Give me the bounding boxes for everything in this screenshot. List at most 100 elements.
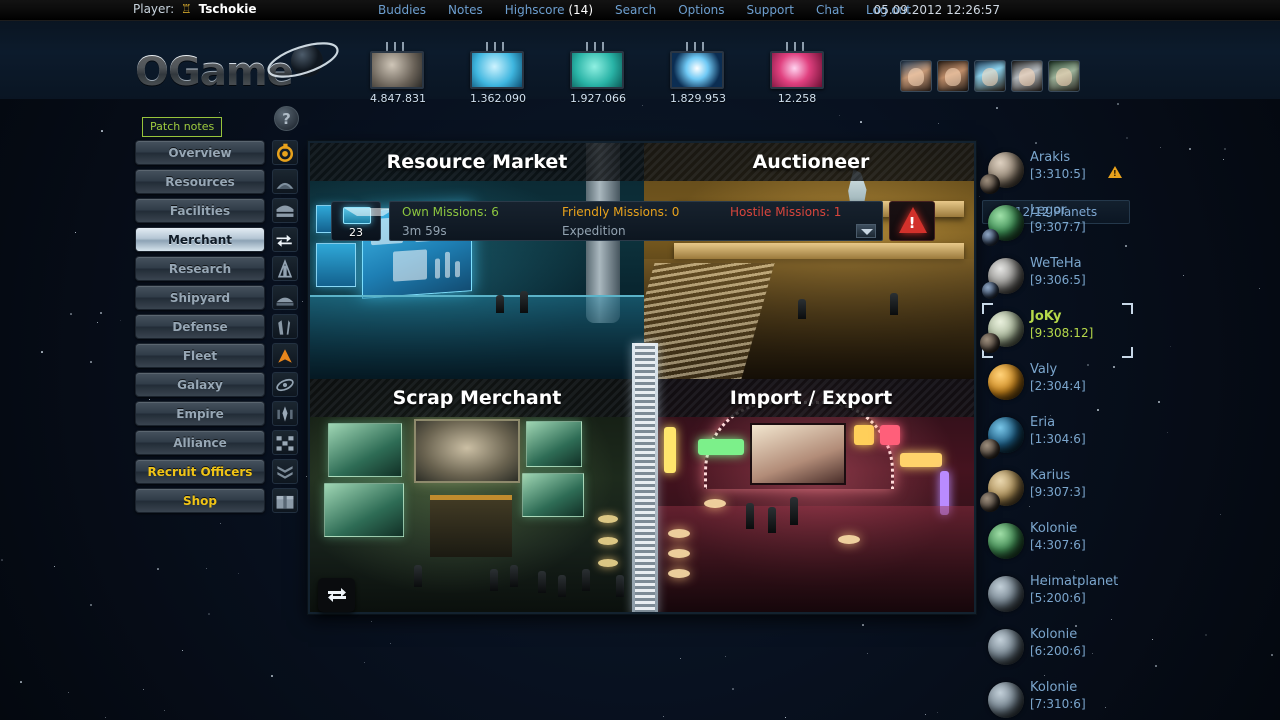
top-nav-link-buddies[interactable]: Buddies xyxy=(378,3,426,17)
exchange-arrows-icon[interactable] xyxy=(318,578,355,612)
top-nav-link-options[interactable]: Options xyxy=(678,3,724,17)
planet-warning-icon[interactable] xyxy=(1108,166,1122,178)
planet-image[interactable] xyxy=(988,629,1024,665)
moon-image[interactable] xyxy=(982,229,999,246)
planet-item-eria[interactable]: Eria [1:304:6] xyxy=(978,411,1163,464)
quadrant-title-scrap-merchant[interactable]: Scrap Merchant xyxy=(310,379,644,417)
sidebar-item-alliance[interactable]: Alliance xyxy=(135,430,265,455)
top-nav-link-chat[interactable]: Chat xyxy=(816,3,844,17)
officer-technocrat[interactable] xyxy=(1048,60,1080,92)
help-icon[interactable]: ? xyxy=(274,106,299,131)
sidebar-item-defense[interactable]: Defense xyxy=(135,314,265,339)
sidebar-item-recruit-officers[interactable]: Recruit Officers xyxy=(135,459,265,484)
sidebar-item-empire[interactable]: Empire xyxy=(135,401,265,426)
officer-engineer[interactable] xyxy=(974,60,1006,92)
sidebar-item-resources[interactable]: Resources xyxy=(135,169,265,194)
floor-light xyxy=(598,559,618,567)
ogame-logo[interactable]: OGame xyxy=(133,27,339,95)
planet-item-heimatplanet[interactable]: Heimatplanet [5:200:6] xyxy=(978,570,1163,623)
planet-item-kolonie[interactable]: Kolonie [4:307:6] xyxy=(978,517,1163,570)
defense-icon[interactable] xyxy=(272,314,298,339)
messages-button[interactable]: 23 xyxy=(331,201,396,241)
resource-crystal[interactable]: 1.362.090 xyxy=(470,42,526,105)
quadrant-title-import-export[interactable]: Import / Export xyxy=(644,379,974,417)
quadrant-title-resource-market[interactable]: Resource Market xyxy=(310,143,644,181)
person-figure xyxy=(490,569,498,591)
auction-balcony-2 xyxy=(674,243,964,259)
quadrant-import-export[interactable]: Import / Export xyxy=(644,379,974,612)
planet-item-karius[interactable]: Karius [9:307:3] xyxy=(978,464,1163,517)
shipyard-icon[interactable] xyxy=(272,285,298,310)
missions-panel[interactable]: Own Missions: 6 Friendly Missions: 0 Hos… xyxy=(389,201,883,241)
quadrant-auctioneer[interactable]: Auctioneer xyxy=(644,143,974,379)
planet-item-joky[interactable]: JoKy [9:308:12] xyxy=(978,303,1163,358)
planet-name: Legor xyxy=(1030,203,1067,218)
sidebar-item-merchant[interactable]: Merchant xyxy=(135,227,265,252)
alliance-icon[interactable] xyxy=(272,430,298,455)
planet-name: Kolonie xyxy=(1030,521,1078,536)
sidebar-item-shipyard[interactable]: Shipyard xyxy=(135,285,265,310)
sidebar-item-galaxy[interactable]: Galaxy xyxy=(135,372,265,397)
planet-item-arakis[interactable]: Arakis [3:310:5] xyxy=(978,146,1163,199)
officer-geologist[interactable] xyxy=(1011,60,1043,92)
moon-image[interactable] xyxy=(980,333,1000,353)
top-nav-link-highscore[interactable]: Highscore (14) xyxy=(505,3,593,17)
sidebar-row: Recruit Officers xyxy=(135,459,305,488)
quadrant-resource-market[interactable]: Resource Market xyxy=(310,143,644,379)
friendly-missions-label: Friendly Missions: 0 xyxy=(562,205,680,219)
moon-image[interactable] xyxy=(980,439,1000,459)
resource-deuterium[interactable]: 1.927.066 xyxy=(570,42,626,105)
overview-icon[interactable] xyxy=(272,140,298,165)
sidebar-item-shop[interactable]: Shop xyxy=(135,488,265,513)
planet-image[interactable] xyxy=(988,682,1024,718)
street-light xyxy=(668,569,690,578)
planet-item-weteha[interactable]: WeTeHa [9:306:5] xyxy=(978,252,1163,305)
officer-portrait xyxy=(945,67,961,86)
fleet-icon[interactable] xyxy=(272,343,298,368)
planet-coordinates: [9:307:3] xyxy=(1030,485,1086,499)
planet-item-legor[interactable]: Legor [9:307:7] xyxy=(978,199,1163,252)
planet-image[interactable] xyxy=(988,364,1024,400)
top-nav-link-support[interactable]: Support xyxy=(747,3,794,17)
server-datetime: 05.09.2012 12:26:57 xyxy=(873,3,1000,17)
alert-button[interactable]: ! xyxy=(889,201,935,241)
top-nav-link-search[interactable]: Search xyxy=(615,3,656,17)
resource-hanger xyxy=(686,42,708,51)
planet-coordinates: [2:304:4] xyxy=(1030,379,1086,393)
sidebar-item-fleet[interactable]: Fleet xyxy=(135,343,265,368)
shop-icon[interactable] xyxy=(272,488,298,513)
sidebar-item-research[interactable]: Research xyxy=(135,256,265,281)
planet-coordinates: [6:200:6] xyxy=(1030,644,1086,658)
officer-commander[interactable] xyxy=(900,60,932,92)
officer-admiral[interactable] xyxy=(937,60,969,92)
officer-portrait xyxy=(908,67,924,86)
top-nav-link-notes[interactable]: Notes xyxy=(448,3,483,17)
planet-item-kolonie[interactable]: Kolonie [6:200:6] xyxy=(978,623,1163,676)
planet-item-valy[interactable]: Valy [2:304:4] xyxy=(978,358,1163,411)
moon-image[interactable] xyxy=(980,492,1000,512)
planet-name: JoKy xyxy=(1030,309,1062,324)
resource-metal[interactable]: 4.847.831 xyxy=(370,42,426,105)
sidebar-item-facilities[interactable]: Facilities xyxy=(135,198,265,223)
quadrant-title-auctioneer[interactable]: Auctioneer xyxy=(644,143,974,181)
exchange-arrows-glyph xyxy=(327,588,346,602)
empire-icon[interactable] xyxy=(272,401,298,426)
resource-darkmatter[interactable]: 12.258 xyxy=(770,42,824,105)
officers-icon[interactable] xyxy=(272,459,298,484)
moon-image[interactable] xyxy=(980,174,1000,194)
resources-icon[interactable] xyxy=(272,169,298,194)
moon-image[interactable] xyxy=(982,282,999,299)
quadrant-scrap-merchant[interactable]: Scrap Merchant xyxy=(310,379,644,612)
planet-list: Arakis [3:310:5] Legor [9:307:7] WeTeHa [9:30… xyxy=(978,146,1163,720)
galaxy-icon[interactable] xyxy=(272,372,298,397)
chevron-down-icon[interactable] xyxy=(856,224,876,238)
facilities-icon[interactable] xyxy=(272,198,298,223)
research-icon[interactable] xyxy=(272,256,298,281)
merchant-icon[interactable] xyxy=(272,227,298,252)
planet-item-kolonie[interactable]: Kolonie [7:310:6] xyxy=(978,676,1163,720)
resource-energy[interactable]: 1.829.953 xyxy=(670,42,726,105)
planet-image[interactable] xyxy=(988,576,1024,612)
patch-notes-button[interactable]: Patch notes xyxy=(142,117,223,137)
sidebar-item-overview[interactable]: Overview xyxy=(135,140,265,165)
planet-image[interactable] xyxy=(988,523,1024,559)
